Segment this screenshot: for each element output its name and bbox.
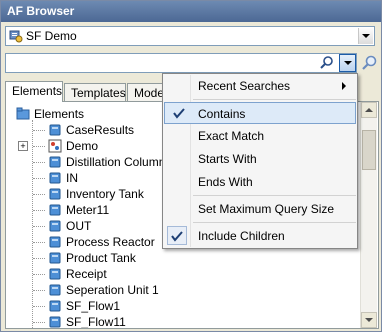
chevron-up-icon xyxy=(365,108,373,112)
tree-node-label: Seperation Unit 1 xyxy=(66,283,159,297)
tree-node-label: SF_Flow11 xyxy=(66,315,126,328)
tree-node-label: Receipt xyxy=(66,267,107,281)
checkmark-icon xyxy=(173,108,185,119)
menu-item-contains[interactable]: Contains xyxy=(164,102,356,124)
menu-item-label: Ends With xyxy=(198,175,253,189)
chevron-down-icon xyxy=(365,318,373,322)
tree-connector xyxy=(33,162,45,163)
scroll-thumb[interactable] xyxy=(362,130,376,170)
element-icon xyxy=(49,156,61,168)
search-icon[interactable] xyxy=(319,55,335,71)
menu-separator xyxy=(193,222,356,223)
tree-node-sf-flow1[interactable]: SF_Flow1 xyxy=(16,298,216,314)
element-group-icon xyxy=(48,139,62,153)
tree-connector xyxy=(33,130,45,131)
element-icon xyxy=(49,268,61,280)
menu-item-label: Starts With xyxy=(198,152,257,166)
tree-connector xyxy=(33,274,45,275)
elements-root-icon xyxy=(16,107,30,120)
menu-item-label: Set Maximum Query Size xyxy=(198,202,335,216)
tree-node-receipt[interactable]: Receipt xyxy=(16,266,216,282)
tab-elements[interactable]: Elements xyxy=(5,81,63,102)
element-icon xyxy=(49,220,61,232)
element-icon xyxy=(49,252,61,264)
tree-node-product-tank[interactable]: Product Tank xyxy=(16,250,216,266)
element-icon xyxy=(49,236,61,248)
tree-node-label: OUT xyxy=(66,219,92,233)
menu-separator xyxy=(193,99,356,100)
tree-node-label: IN xyxy=(66,171,78,185)
menu-item-include-children[interactable]: Include Children xyxy=(164,225,356,247)
element-icon xyxy=(49,316,61,328)
menu-item-recent-searches[interactable]: Recent Searches xyxy=(164,75,356,97)
submenu-arrow-icon xyxy=(342,82,346,90)
search-options-menu: Recent Searches Contains Exact Match Sta… xyxy=(162,73,358,249)
element-icon xyxy=(49,124,61,136)
tree-connector xyxy=(33,178,45,179)
tree-connector xyxy=(33,146,45,147)
element-icon xyxy=(49,204,61,216)
element-icon xyxy=(49,300,61,312)
search-input[interactable] xyxy=(5,53,357,73)
tree-connector xyxy=(33,322,45,323)
menu-item-label: Include Children xyxy=(198,229,285,243)
expand-plus-icon[interactable]: + xyxy=(18,141,28,151)
tree-connector xyxy=(33,306,45,307)
tree-node-label: Inventory Tank xyxy=(66,187,144,201)
tree-vertical-scrollbar[interactable] xyxy=(360,102,377,328)
tree-connector xyxy=(33,258,45,259)
scroll-down-button[interactable] xyxy=(361,312,377,328)
menu-item-ends-with[interactable]: Ends With xyxy=(164,171,356,193)
tree-connector xyxy=(33,290,45,291)
element-icon xyxy=(49,172,61,184)
tree-node-label: Process Reactor xyxy=(66,235,155,249)
server-dropdown-button[interactable] xyxy=(358,28,373,44)
tree-node-label: SF_Flow1 xyxy=(66,299,121,313)
window-title: AF Browser xyxy=(1,1,381,22)
tree-node-label: Distillation Column xyxy=(66,155,166,169)
tree-node-sf-flow11[interactable]: SF_Flow11 xyxy=(16,314,216,328)
search-options-dropdown-button[interactable] xyxy=(339,54,356,72)
tree-connector xyxy=(33,194,45,195)
chevron-down-icon xyxy=(343,61,352,65)
menu-item-set-maximum-query-size[interactable]: Set Maximum Query Size xyxy=(164,198,356,220)
scroll-up-button[interactable] xyxy=(361,102,377,118)
tree-node-label: Demo xyxy=(66,139,99,153)
menu-item-starts-with[interactable]: Starts With xyxy=(164,148,356,170)
server-icon xyxy=(9,30,23,43)
tree-node-seperation-unit-1[interactable]: Seperation Unit 1 xyxy=(16,282,216,298)
server-combobox[interactable]: SF Demo xyxy=(5,26,375,46)
server-name: SF Demo xyxy=(26,29,77,43)
menu-item-label: Contains xyxy=(198,107,246,121)
menu-item-exact-match[interactable]: Exact Match xyxy=(164,125,356,147)
tree-node-label: CaseResults xyxy=(66,123,135,137)
menu-item-label: Exact Match xyxy=(198,129,265,143)
tab-templates[interactable]: Templates xyxy=(64,83,126,101)
menu-separator xyxy=(193,195,356,196)
tree-connector xyxy=(33,242,45,243)
tree-node-label: Meter11 xyxy=(66,203,110,217)
tree-connector xyxy=(33,210,45,211)
af-browser-window: AF Browser SF Demo Elements Templates Mo… xyxy=(0,0,382,332)
tree-node-label: Product Tank xyxy=(66,251,136,265)
element-icon xyxy=(49,284,61,296)
checkmark-icon xyxy=(171,231,183,242)
element-icon xyxy=(49,188,61,200)
chevron-down-icon xyxy=(362,34,370,38)
tree-node-label: Elements xyxy=(34,107,85,121)
search-go-icon[interactable] xyxy=(360,54,378,72)
menu-item-label: Recent Searches xyxy=(198,79,291,93)
tree-connector xyxy=(33,226,45,227)
